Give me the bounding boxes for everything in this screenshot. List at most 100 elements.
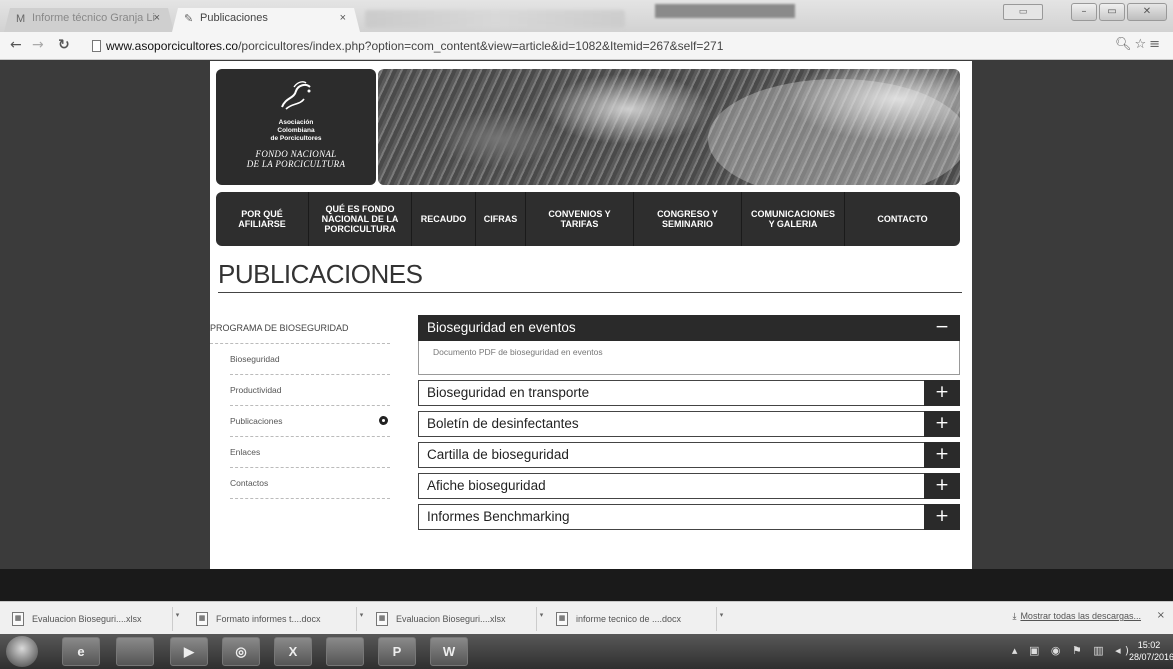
accordion-cartilla-bioseguridad[interactable]: Cartilla de bioseguridad +: [418, 442, 960, 468]
download-item[interactable]: ▦ informe tecnico de ....docx ▾: [552, 607, 723, 631]
sidebar-item-enlaces[interactable]: Enlaces: [230, 437, 390, 468]
sidebar-item-bioseguridad[interactable]: Bioseguridad: [230, 344, 390, 375]
url-path: /porcicultores/index.php?option=com_cont…: [238, 39, 724, 53]
chevron-down-icon[interactable]: ▾: [716, 607, 726, 631]
chevron-down-icon[interactable]: ▾: [356, 607, 366, 631]
system-tray-icons[interactable]: ▴ ▣ ◉ ⚑ ▥ ◂): [1012, 644, 1133, 657]
download-filename: Formato informes t....docx: [216, 614, 321, 624]
system-clock[interactable]: 15:02 28/07/2016: [1129, 639, 1173, 663]
accordion-label: Informes Benchmarking: [427, 509, 570, 524]
publisher-icon[interactable]: P: [378, 637, 416, 666]
site-container: Asociación Colombiana de Porcicultores F…: [210, 61, 972, 569]
logo-fondo-name: FONDO NACIONAL DE LA PORCICULTURA: [246, 149, 346, 169]
site-logo[interactable]: Asociación Colombiana de Porcicultores F…: [216, 69, 376, 185]
accordion-boletin-desinfectantes[interactable]: Boletín de desinfectantes +: [418, 411, 960, 437]
close-tab-icon[interactable]: ×: [340, 12, 346, 24]
nav-por-que-afiliarse[interactable]: POR QUÉ AFILIARSE: [216, 192, 309, 246]
accordion-label: Bioseguridad en eventos: [427, 320, 576, 335]
current-item-bullet-icon: [379, 416, 388, 425]
user-profile-button[interactable]: ▭: [1003, 4, 1043, 20]
header-banner-image: [378, 69, 960, 185]
nav-recaudo[interactable]: RECAUDO: [412, 192, 476, 246]
close-downloads-icon[interactable]: ×: [1157, 610, 1165, 621]
excel-icon[interactable]: X: [274, 637, 312, 666]
expand-plus-icon[interactable]: +: [924, 473, 960, 499]
nav-contacto[interactable]: CONTACTO: [845, 192, 960, 246]
nav-congreso-seminario[interactable]: CONGRESO Y SEMINARIO: [634, 192, 742, 246]
title-divider: [218, 292, 962, 293]
page-title: PUBLICACIONES: [218, 259, 423, 289]
maximize-button[interactable]: ▭: [1099, 3, 1125, 21]
nav-que-es-fondo[interactable]: QUÉ ES FONDO NACIONAL DE LA PORCICULTURA: [309, 192, 412, 246]
download-item[interactable]: ▦ Evaluacion Bioseguri....xlsx ▾: [8, 607, 179, 631]
browser-toolbar: ← → ↻ www.asoporcicultores.co/porciculto…: [0, 32, 1173, 60]
nav-cifras[interactable]: CIFRAS: [476, 192, 526, 246]
window-controls: – ▭ ✕: [1071, 3, 1167, 21]
sidebar-heading[interactable]: PROGRAMA DE BIOSEGURIDAD: [210, 323, 390, 333]
excel-file-icon: ▦: [12, 612, 24, 626]
word-icon[interactable]: W: [430, 637, 468, 666]
expand-plus-icon[interactable]: +: [924, 504, 960, 530]
accordion-afiche-bioseguridad[interactable]: Afiche bioseguridad +: [418, 473, 960, 499]
clock-date: 28/07/2016: [1129, 652, 1173, 662]
url-input[interactable]: www.asoporcicultores.co/porcicultores/in…: [106, 35, 1106, 57]
chevron-down-icon[interactable]: ▾: [536, 607, 546, 631]
main-navigation: POR QUÉ AFILIARSE QUÉ ES FONDO NACIONAL …: [216, 192, 960, 246]
pdf-document-link[interactable]: Documento PDF de bioseguridad en eventos: [433, 347, 603, 357]
expand-plus-icon[interactable]: +: [924, 411, 960, 437]
sidebar-item-publicaciones[interactable]: Publicaciones: [230, 406, 390, 437]
sidebar-item-label: Productividad: [230, 385, 282, 395]
expand-plus-icon[interactable]: +: [924, 380, 960, 406]
url-host: www.asoporcicultores.co: [106, 39, 239, 53]
download-filename: Evaluacion Bioseguri....xlsx: [32, 614, 142, 624]
start-button[interactable]: [6, 636, 38, 667]
nav-comunicaciones-galeria[interactable]: COMUNICACIONES Y GALERIA: [742, 192, 845, 246]
publications-accordion: Bioseguridad en eventos − Documento PDF …: [418, 315, 960, 535]
close-window-button[interactable]: ✕: [1127, 3, 1167, 21]
ie-icon[interactable]: e: [62, 637, 100, 666]
sidebar-item-label: Bioseguridad: [230, 354, 280, 364]
zoom-bookmark-menu-icons[interactable]: 🔍︎☆≡: [1115, 37, 1163, 52]
word-file-icon: ▦: [196, 612, 208, 626]
excel-file-icon: ▦: [376, 612, 388, 626]
tab-informe-tecnico[interactable]: M Informe técnico Granja Li ×: [4, 8, 174, 32]
accordion-content: Documento PDF de bioseguridad en eventos: [418, 341, 960, 375]
sidebar-item-label: Publicaciones: [230, 416, 283, 426]
download-item[interactable]: ▦ Formato informes t....docx ▾: [192, 607, 363, 631]
show-all-downloads-link[interactable]: ⤓ Mostrar todas las descargas...: [1012, 611, 1141, 622]
accordion-bioseguridad-eventos[interactable]: Bioseguridad en eventos −: [418, 315, 960, 341]
forward-arrow-icon[interactable]: →: [32, 37, 44, 53]
tab-publicaciones[interactable]: ✎ Publicaciones ×: [172, 8, 360, 32]
download-arrow-icon: ⤓: [1012, 611, 1017, 621]
screen: M Informe técnico Granja Li × ✎ Publicac…: [0, 0, 1173, 669]
web-page: Asociación Colombiana de Porcicultores F…: [0, 61, 1173, 601]
download-filename: Evaluacion Bioseguri....xlsx: [396, 614, 506, 624]
tab-label: Publicaciones: [200, 12, 268, 24]
page-footer-band: [0, 569, 1173, 601]
close-tab-icon[interactable]: ×: [154, 12, 160, 24]
gmail-icon: M: [16, 13, 26, 25]
accordion-informes-benchmarking[interactable]: Informes Benchmarking +: [418, 504, 960, 530]
accordion-label: Afiche bioseguridad: [427, 478, 546, 493]
sidebar-item-label: Enlaces: [230, 447, 261, 457]
download-item[interactable]: ▦ Evaluacion Bioseguri....xlsx ▾: [372, 607, 543, 631]
gimp-icon[interactable]: [326, 637, 364, 666]
chevron-down-icon[interactable]: ▾: [172, 607, 182, 631]
reload-icon[interactable]: ↻: [58, 37, 70, 53]
tab-label: Informe técnico Granja Li: [32, 12, 155, 24]
sidebar-item-contactos[interactable]: Contactos: [230, 468, 390, 499]
collapse-minus-icon[interactable]: −: [924, 315, 960, 341]
accordion-bioseguridad-transporte[interactable]: Bioseguridad en transporte +: [418, 380, 960, 406]
back-arrow-icon[interactable]: ←: [10, 37, 22, 53]
sidebar-item-productividad[interactable]: Productividad: [230, 375, 390, 406]
expand-plus-icon[interactable]: +: [924, 442, 960, 468]
media-player-icon[interactable]: ▶: [170, 637, 208, 666]
download-filename: informe tecnico de ....docx: [576, 614, 682, 624]
sidebar-item-label: Contactos: [230, 478, 269, 488]
minimize-button[interactable]: –: [1071, 3, 1097, 21]
page-icon: [92, 40, 101, 52]
explorer-icon[interactable]: [116, 637, 154, 666]
show-all-label: Mostrar todas las descargas...: [1020, 611, 1141, 621]
chrome-icon[interactable]: ◎: [222, 637, 260, 666]
nav-convenios-tarifas[interactable]: CONVENIOS Y TARIFAS: [526, 192, 634, 246]
